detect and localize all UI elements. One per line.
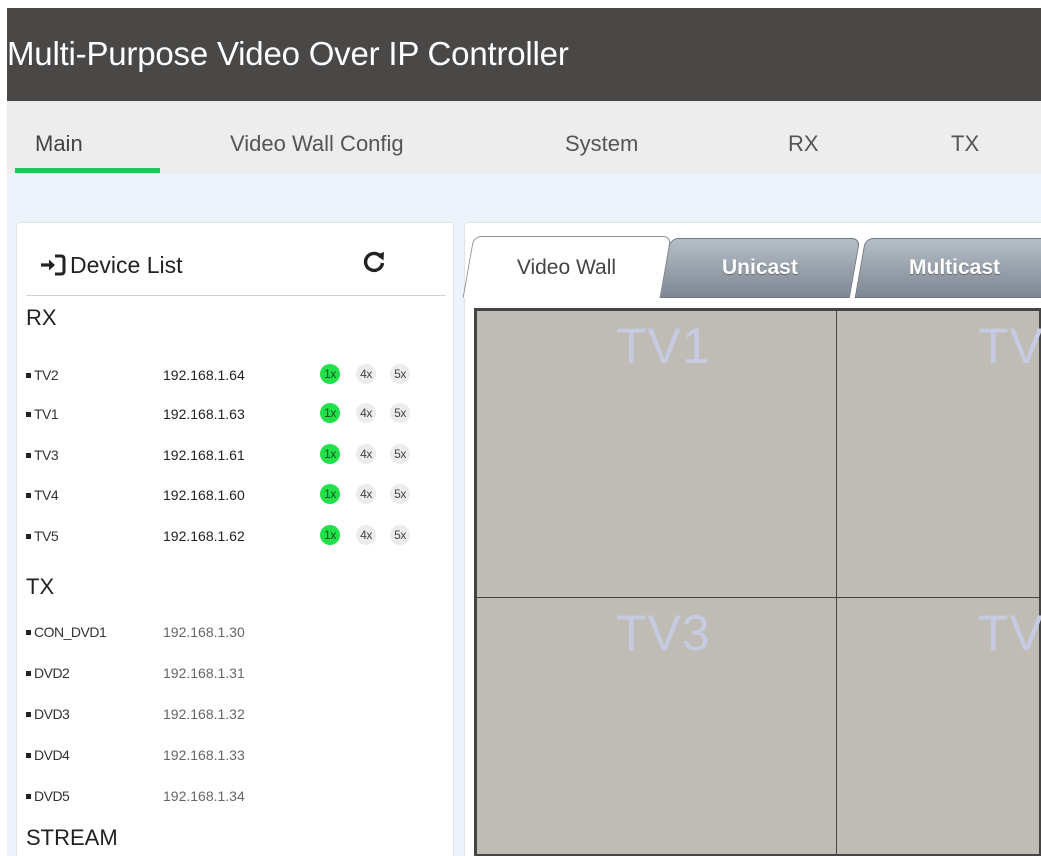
app-title: Multi-Purpose Video Over IP Controller [7, 35, 569, 72]
device-ip: 192.168.1.63 [163, 406, 245, 422]
bullet [26, 373, 31, 378]
wall-cell[interactable]: TV1 [476, 310, 837, 598]
device-name: DVD4 [34, 747, 70, 763]
bullet [26, 493, 31, 498]
scale-5x-button[interactable]: 5x [390, 525, 410, 545]
scale-5x-button[interactable]: 5x [390, 484, 410, 504]
video-wall-grid: TV1 TV2 TV3 TV4 [474, 308, 1041, 856]
device-ip: 192.168.1.31 [163, 665, 245, 681]
scale-1x-button[interactable]: 1x [320, 444, 340, 464]
device-name: CON_DVD1 [34, 624, 107, 640]
bullet [26, 453, 31, 458]
bullet [26, 671, 31, 676]
device-ip: 192.168.1.30 [163, 624, 245, 640]
scale-5x-button[interactable]: 5x [390, 364, 410, 384]
device-ip: 192.168.1.64 [163, 367, 245, 383]
device-name: TV1 [34, 406, 59, 422]
bullet [26, 712, 31, 717]
main-nav: Main Video Wall Config System RX TX [7, 101, 1041, 174]
nav-tab-video-wall-config[interactable]: Video Wall Config [230, 131, 404, 157]
rx-device-row[interactable]: TV3 192.168.1.61 1x 4x 5x [26, 443, 446, 467]
scale-4x-button[interactable]: 4x [356, 403, 376, 423]
bullet [26, 412, 31, 417]
sign-in-icon [40, 254, 66, 276]
active-tab-indicator [15, 168, 160, 173]
rx-device-row[interactable]: TV4 192.168.1.60 1x 4x 5x [26, 483, 446, 507]
device-list-header: Device List [40, 250, 182, 280]
device-name: DVD5 [34, 788, 70, 804]
device-name: TV2 [34, 367, 59, 383]
nav-tab-rx[interactable]: RX [788, 131, 819, 157]
tab-label: Multicast [909, 256, 1001, 279]
tx-device-row[interactable]: DVD2 192.168.1.31 [26, 661, 446, 685]
device-name: DVD2 [34, 665, 70, 681]
bullet [26, 534, 31, 539]
bullet [26, 794, 31, 799]
device-name: TV4 [34, 487, 59, 503]
wall-cell[interactable]: TV4 [836, 597, 1041, 856]
tx-device-row[interactable]: CON_DVD1 192.168.1.30 [26, 620, 446, 644]
cell-label: TV3 [616, 605, 711, 661]
scale-1x-button[interactable]: 1x [320, 403, 340, 423]
device-ip: 192.168.1.32 [163, 706, 245, 722]
scale-1x-button[interactable]: 1x [320, 364, 340, 384]
device-ip: 192.168.1.62 [163, 528, 245, 544]
device-ip: 192.168.1.34 [163, 788, 245, 804]
cell-label: TV2 [978, 318, 1041, 374]
device-ip: 192.168.1.60 [163, 487, 245, 503]
rx-device-row[interactable]: TV5 192.168.1.62 1x 4x 5x [26, 524, 446, 548]
cell-label: TV1 [616, 318, 711, 374]
divider [26, 295, 446, 296]
cell-label: TV4 [978, 605, 1041, 661]
device-ip: 192.168.1.33 [163, 747, 245, 763]
refresh-icon[interactable] [360, 248, 388, 276]
tx-section-heading: TX [26, 574, 55, 599]
rx-section-heading: RX [26, 305, 57, 330]
nav-tab-main[interactable]: Main [35, 131, 83, 157]
tab-video-wall[interactable]: Video Wall [462, 236, 672, 298]
app-header: Multi-Purpose Video Over IP Controller [7, 8, 1041, 101]
scale-5x-button[interactable]: 5x [390, 444, 410, 464]
tab-label: Unicast [722, 256, 798, 279]
scale-5x-button[interactable]: 5x [390, 403, 410, 423]
nav-tab-tx[interactable]: TX [951, 131, 979, 157]
wall-cell[interactable]: TV3 [476, 597, 837, 856]
scale-4x-button[interactable]: 4x [356, 444, 376, 464]
stream-section-heading: STREAM [26, 825, 118, 850]
wall-cell[interactable]: TV2 [836, 310, 1041, 598]
tx-device-row[interactable]: DVD4 192.168.1.33 [26, 743, 446, 767]
scale-4x-button[interactable]: 4x [356, 364, 376, 384]
bullet [26, 753, 31, 758]
device-ip: 192.168.1.61 [163, 447, 245, 463]
device-name: DVD3 [34, 706, 70, 722]
device-list-title: Device List [70, 251, 183, 278]
device-name: TV5 [34, 528, 59, 544]
tab-label: Video Wall [517, 255, 617, 279]
bullet [26, 630, 31, 635]
rx-device-row[interactable]: TV1 192.168.1.63 1x 4x 5x [26, 402, 446, 426]
scale-1x-button[interactable]: 1x [320, 484, 340, 504]
tab-unicast[interactable]: Unicast [659, 238, 861, 298]
rx-device-row[interactable]: TV2 192.168.1.64 1x 4x 5x [26, 363, 446, 387]
tx-device-row[interactable]: DVD3 192.168.1.32 [26, 702, 446, 726]
device-name: TV3 [34, 447, 59, 463]
scale-1x-button[interactable]: 1x [320, 525, 340, 545]
tx-device-row[interactable]: DVD5 192.168.1.34 [26, 784, 446, 808]
tab-multicast[interactable]: Multicast [854, 238, 1041, 298]
scale-4x-button[interactable]: 4x [356, 484, 376, 504]
scale-4x-button[interactable]: 4x [356, 525, 376, 545]
nav-tab-system[interactable]: System [565, 131, 638, 157]
